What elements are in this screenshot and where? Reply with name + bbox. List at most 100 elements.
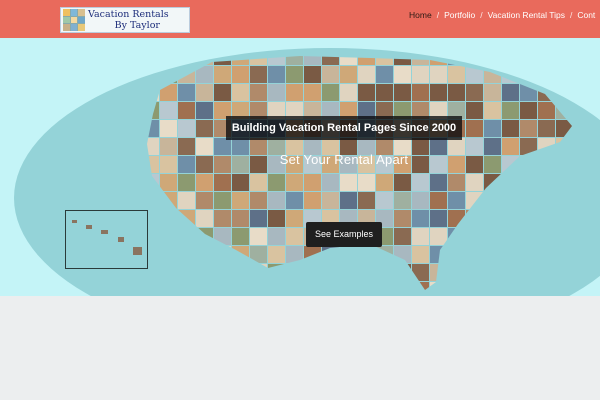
nav-separator: / (436, 10, 440, 20)
photo-tile (196, 156, 213, 173)
photo-tile (394, 210, 411, 227)
photo-tile (430, 174, 447, 191)
photo-tile (214, 156, 231, 173)
hero-subheadline: Set Your Rental Apart (279, 152, 409, 167)
photo-tile (520, 120, 537, 137)
nav-separator: / (480, 10, 483, 20)
site-header: Vacation Rentals By Taylor Home / Portfoli… (0, 0, 600, 38)
see-examples-button[interactable]: See Examples (306, 222, 382, 247)
photo-tile (448, 192, 465, 209)
photo-tile (232, 138, 249, 155)
logo-text: Vacation Rentals By Taylor (88, 9, 169, 31)
photo-tile (286, 84, 303, 101)
photo-tile (466, 56, 483, 65)
photo-tile (304, 174, 321, 191)
photo-tile (268, 228, 285, 245)
photo-tile (214, 192, 231, 209)
photo-tile (394, 174, 411, 191)
photo-tile (340, 84, 357, 101)
photo-tile (196, 174, 213, 191)
photo-tile (556, 56, 572, 65)
photo-tile (196, 192, 213, 209)
photo-tile (466, 120, 483, 137)
nav-contact[interactable]: Cont (577, 10, 595, 20)
photo-tile (448, 174, 465, 191)
photo-tile (178, 192, 195, 209)
photo-tile (466, 84, 483, 101)
photo-tile (502, 138, 519, 155)
photo-tile (196, 210, 213, 227)
photo-tile (394, 66, 411, 83)
photo-tile (466, 102, 483, 119)
photo-tile (340, 66, 357, 83)
nav-separator: / (569, 10, 573, 20)
photo-tile (430, 192, 447, 209)
site-logo[interactable]: Vacation Rentals By Taylor (60, 7, 190, 33)
photo-tile (484, 102, 501, 119)
photo-tile (538, 102, 555, 119)
nav-home[interactable]: Home (409, 10, 432, 20)
photo-tile (322, 84, 339, 101)
photo-tile (484, 84, 501, 101)
photo-tile (322, 192, 339, 209)
photo-tile (322, 174, 339, 191)
photo-tile (286, 210, 303, 227)
photo-tile (160, 102, 177, 119)
photo-tile (376, 84, 393, 101)
photo-tile (268, 84, 285, 101)
photo-tile (196, 84, 213, 101)
photo-tile (376, 66, 393, 83)
hero-headline: Building Vacation Rental Pages Since 200… (226, 116, 462, 140)
photo-tile (448, 138, 465, 155)
photo-tile (484, 56, 501, 65)
photo-tile (232, 174, 249, 191)
photo-tile (268, 66, 285, 83)
photo-tile (304, 66, 321, 83)
photo-tile (430, 228, 447, 245)
photo-tile (358, 66, 375, 83)
photo-tile (160, 138, 177, 155)
photo-tile (178, 84, 195, 101)
photo-tile (340, 192, 357, 209)
photo-tile (502, 102, 519, 119)
photo-tile (178, 56, 195, 65)
photo-tile (358, 84, 375, 101)
photo-tile (196, 138, 213, 155)
photo-tile (178, 120, 195, 137)
photo-tile (412, 84, 429, 101)
nav-portfolio[interactable]: Portfolio (444, 10, 475, 20)
photo-tile (178, 174, 195, 191)
photo-tile (232, 192, 249, 209)
photo-tile (286, 192, 303, 209)
photo-tile (250, 84, 267, 101)
photo-tile (178, 138, 195, 155)
photo-tile (250, 66, 267, 83)
photo-tile (232, 84, 249, 101)
photo-tile (196, 102, 213, 119)
photo-tile (268, 246, 285, 263)
photo-tile (556, 66, 572, 83)
photo-tile (196, 120, 213, 137)
photo-tile (232, 66, 249, 83)
photo-tile (232, 228, 249, 245)
photo-tile (358, 192, 375, 209)
photo-tile (502, 84, 519, 101)
hero-banner: Building Vacation Rental Pages Since 200… (0, 38, 600, 296)
photo-tile (502, 56, 519, 65)
photo-tile (484, 138, 501, 155)
photo-tile (448, 66, 465, 83)
photo-tile (250, 192, 267, 209)
photo-tile (178, 156, 195, 173)
photo-tile (304, 84, 321, 101)
photo-tile (268, 210, 285, 227)
nav-vacation-rental-tips[interactable]: Vacation Rental Tips (488, 10, 565, 20)
photo-tile (322, 66, 339, 83)
photo-tile (232, 210, 249, 227)
photo-tile (286, 66, 303, 83)
photo-tile (520, 56, 537, 65)
photo-tile (394, 84, 411, 101)
photo-tile (430, 156, 447, 173)
photo-tile (412, 174, 429, 191)
photo-tile (394, 228, 411, 245)
photo-tile (160, 56, 177, 65)
